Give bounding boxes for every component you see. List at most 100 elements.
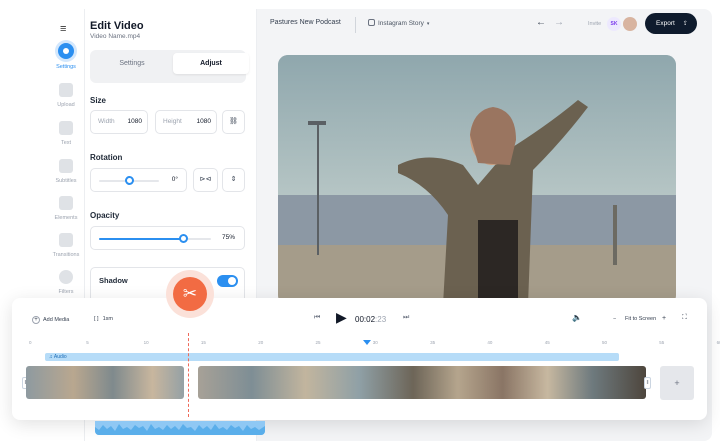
ruler-tick-label: 25 — [315, 340, 321, 345]
height-label: Height — [163, 118, 182, 125]
rail-item-elements[interactable]: Elements — [47, 196, 85, 221]
rotation-knob[interactable] — [124, 176, 134, 185]
zoom-in-icon[interactable]: + — [662, 315, 666, 322]
elements-icon — [59, 196, 73, 210]
rotation-control: 0° — [90, 168, 187, 192]
rail-item-filters[interactable]: Filters — [47, 270, 85, 295]
ruler-tick-label: 35 — [430, 340, 436, 345]
width-label: Width — [98, 118, 115, 125]
play-icon[interactable]: ▶ — [336, 309, 347, 326]
chevron-down-icon: ▾ — [426, 21, 430, 27]
upload-icon: ⇪ — [682, 21, 688, 27]
ruler-tick-label: 30 — [372, 340, 378, 345]
tab-adjust[interactable]: Adjust — [173, 53, 249, 74]
flip-vertical-button[interactable]: ⇕ — [222, 168, 245, 192]
ruler-tick-label: 45 — [544, 340, 550, 345]
plus-icon: + — [32, 316, 40, 324]
rail-label: Elements — [54, 215, 78, 221]
link-ratio-button[interactable]: ⛓ — [222, 110, 245, 134]
ruler-tick-label: 10 — [143, 340, 149, 345]
video-clip[interactable] — [198, 366, 646, 399]
flip-horizontal-button[interactable]: ⊳⊲ — [193, 168, 218, 192]
current-frame: :23 — [375, 315, 387, 324]
export-label: Export — [656, 20, 675, 27]
subtitles-icon — [59, 159, 73, 173]
ruler-tick-label: 60 — [716, 340, 720, 345]
rail-label: Upload — [57, 102, 75, 108]
format-select[interactable]: Instagram Story ▾ — [368, 19, 429, 27]
trim-handle-right[interactable]: ‖ — [644, 377, 651, 389]
rail-item-subtitles[interactable]: Subtitles — [47, 159, 85, 184]
opacity-knob[interactable] — [178, 234, 188, 243]
plus-icon: + — [674, 378, 680, 388]
opacity-control: 75% — [90, 226, 245, 250]
undo-icon[interactable]: ← — [536, 17, 546, 28]
rail-item-upload[interactable]: Upload — [47, 83, 85, 108]
split-label: 1sm — [102, 316, 113, 322]
split-button[interactable]: [ ] 1sm — [94, 316, 113, 322]
ruler-tick-label: 55 — [659, 340, 665, 345]
add-media-button[interactable]: + Add Media — [32, 316, 69, 324]
zoom-out-icon[interactable]: − — [613, 316, 616, 322]
shadow-title: Shadow — [99, 276, 128, 285]
link-icon: ⛓ — [229, 118, 238, 125]
audio-waveform — [95, 421, 265, 435]
current-time: 00:02 — [355, 315, 376, 324]
filters-icon — [59, 270, 73, 284]
ruler-tick-label: 40 — [487, 340, 493, 345]
video-frame — [278, 55, 676, 305]
upload-icon — [59, 83, 73, 97]
width-value: 1080 — [127, 118, 142, 125]
transitions-icon — [59, 233, 73, 247]
shadow-toggle[interactable] — [217, 275, 238, 287]
redo-icon[interactable]: → — [554, 17, 564, 28]
top-bar: Pastures New Podcast Instagram Story ▾ ← … — [262, 9, 712, 41]
video-clip[interactable] — [26, 366, 184, 399]
video-preview[interactable] — [278, 55, 676, 305]
ruler-tick-label: 15 — [200, 340, 206, 345]
scissors-icon: ✂ — [173, 277, 207, 311]
fit-to-screen-button[interactable]: Fit to Screen — [625, 316, 656, 322]
fullscreen-icon[interactable]: ⛶ — [682, 314, 687, 322]
timeline-panel: + Add Media [ ] 1sm ⏮ ▶ 00:02:23 ⏭ 🔈 − Fit… — [12, 298, 720, 420]
rail-label: Transitions — [52, 252, 80, 258]
volume-icon[interactable]: 🔈 — [572, 313, 582, 322]
instagram-icon — [368, 19, 375, 26]
text-icon — [59, 121, 73, 135]
format-label: Instagram Story — [378, 20, 424, 27]
split-clip-button[interactable]: ✂ — [166, 270, 214, 318]
size-title: Size — [90, 96, 107, 105]
playhead[interactable] — [363, 340, 371, 345]
gear-icon — [58, 43, 74, 59]
rail-item-text[interactable]: Text — [47, 121, 85, 146]
ruler-tick-label: 50 — [602, 340, 608, 345]
rail-label: Settings — [56, 64, 76, 70]
project-name[interactable]: Pastures New Podcast — [270, 19, 341, 26]
opacity-slider[interactable] — [99, 234, 211, 243]
invite-link[interactable]: Invite — [588, 21, 601, 27]
audio-track[interactable]: ♫ Audio — [45, 353, 619, 361]
waveform-graphic — [95, 424, 265, 435]
avatar-initials[interactable]: SK — [607, 17, 621, 31]
time-display: 00:02:23 — [355, 315, 386, 324]
skip-back-icon[interactable]: ⏮ — [314, 314, 320, 322]
add-media-label: Add Media — [43, 317, 70, 323]
width-field[interactable]: Width 1080 — [90, 110, 148, 134]
add-clip-button[interactable]: + — [660, 366, 694, 400]
avatar[interactable] — [623, 17, 637, 31]
tab-settings[interactable]: Settings — [94, 53, 170, 74]
ruler-tick-label: 5 — [86, 340, 89, 345]
rail-label: Filters — [58, 289, 74, 295]
rail-item-transitions[interactable]: Transitions — [47, 233, 85, 258]
rotation-slider[interactable] — [99, 176, 159, 185]
rail-label: Text — [60, 140, 72, 146]
menu-icon[interactable]: ≡ — [60, 23, 66, 35]
skip-forward-icon[interactable]: ⏭ — [403, 314, 409, 322]
export-button[interactable]: Export ⇪ — [645, 13, 697, 34]
height-value: 1080 — [196, 118, 211, 125]
height-field[interactable]: Height 1080 — [155, 110, 217, 134]
panel-tabs: Settings Adjust — [90, 50, 249, 83]
rail-label: Subtitles — [55, 178, 77, 184]
rail-item-settings[interactable]: Settings — [47, 43, 85, 70]
ruler-tick-label: 0 — [29, 340, 32, 345]
